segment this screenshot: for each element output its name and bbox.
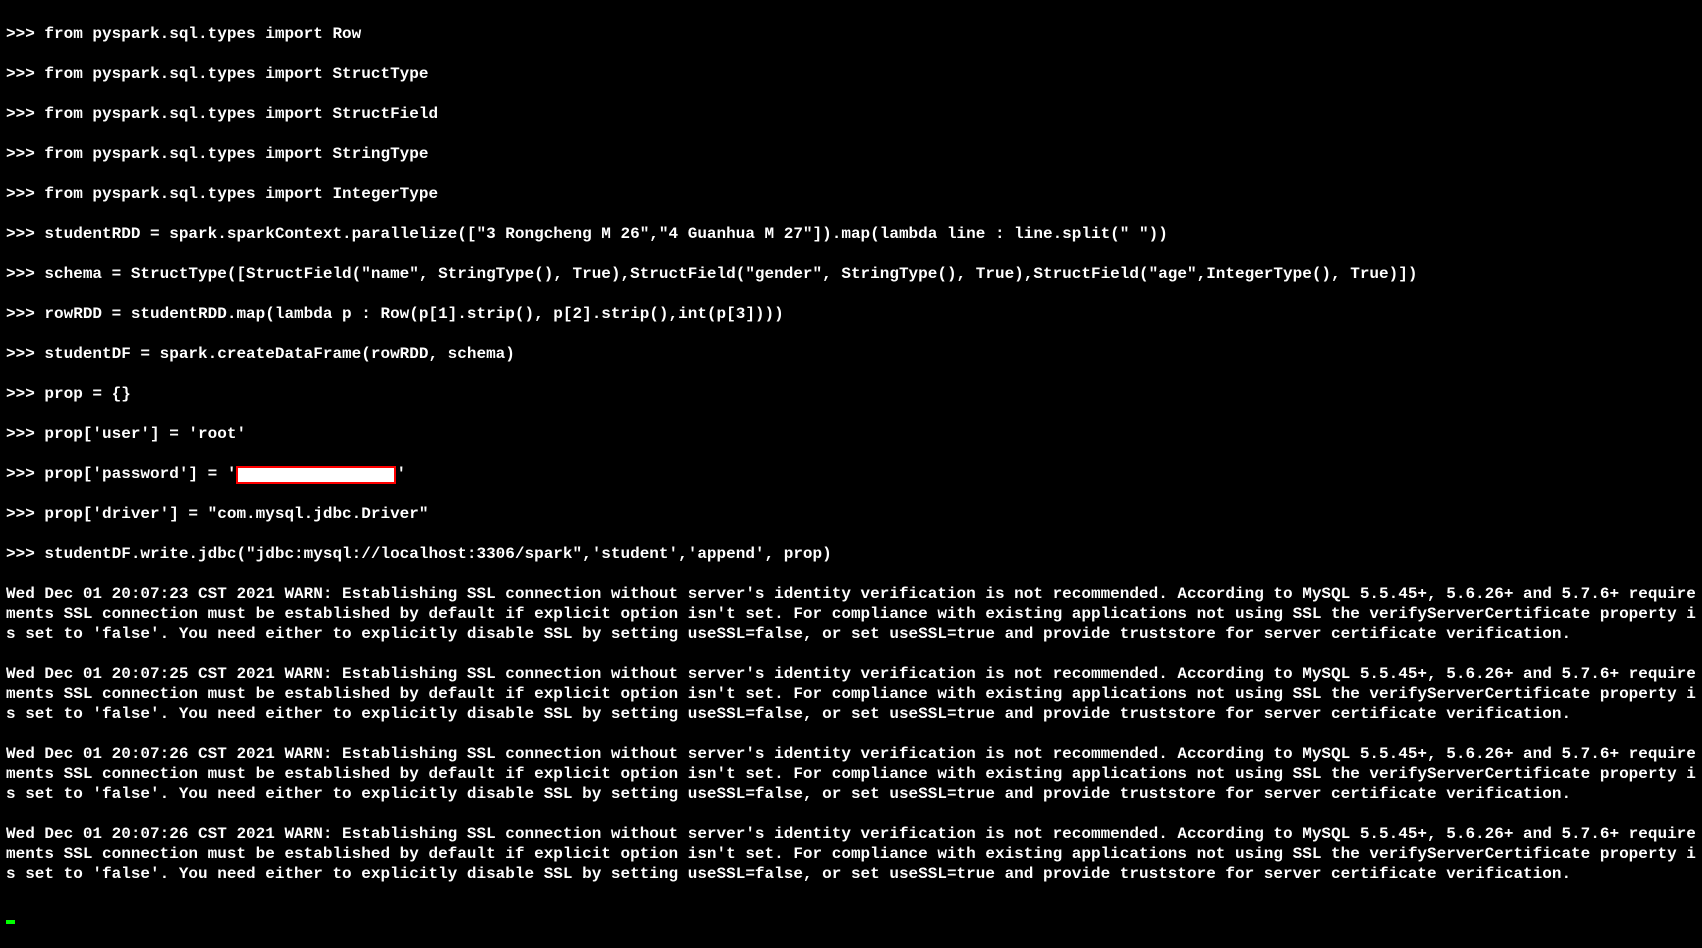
redacted-password — [236, 466, 396, 484]
warning-line: Wed Dec 01 20:07:26 CST 2021 WARN: Estab… — [6, 824, 1696, 884]
code-text: from pyspark.sql.types import IntegerTyp… — [44, 185, 438, 203]
repl-line: >>> rowRDD = studentRDD.map(lambda p : R… — [6, 304, 1696, 324]
repl-prompt: >>> — [6, 145, 44, 163]
repl-line: >>> from pyspark.sql.types import Intege… — [6, 184, 1696, 204]
code-text: prop['password'] = ' — [44, 465, 236, 483]
warning-line: Wed Dec 01 20:07:25 CST 2021 WARN: Estab… — [6, 664, 1696, 724]
code-text: rowRDD = studentRDD.map(lambda p : Row(p… — [44, 305, 783, 323]
repl-prompt: >>> — [6, 185, 44, 203]
repl-prompt: >>> — [6, 65, 44, 83]
repl-line: >>> from pyspark.sql.types import Struct… — [6, 104, 1696, 124]
terminal-output[interactable]: >>> from pyspark.sql.types import Row >>… — [0, 0, 1702, 948]
repl-line: >>> prop['user'] = 'root' — [6, 424, 1696, 444]
code-text: prop['user'] = 'root' — [44, 425, 246, 443]
repl-prompt: >>> — [6, 425, 44, 443]
code-text: from pyspark.sql.types import StructType — [44, 65, 428, 83]
warning-line: Wed Dec 01 20:07:26 CST 2021 WARN: Estab… — [6, 744, 1696, 804]
code-text: prop['driver'] = "com.mysql.jdbc.Driver" — [44, 505, 428, 523]
repl-prompt: >>> — [6, 25, 44, 43]
code-text: prop = {} — [44, 385, 130, 403]
code-text: from pyspark.sql.types import StringType — [44, 145, 428, 163]
cursor-line[interactable] — [6, 904, 1696, 924]
repl-line: >>> from pyspark.sql.types import Struct… — [6, 64, 1696, 84]
code-text: studentRDD = spark.sparkContext.parallel… — [44, 225, 1167, 243]
repl-prompt: >>> — [6, 105, 44, 123]
repl-line: >>> from pyspark.sql.types import Row — [6, 24, 1696, 44]
repl-line: >>> prop['driver'] = "com.mysql.jdbc.Dri… — [6, 504, 1696, 524]
repl-line: >>> studentDF = spark.createDataFrame(ro… — [6, 344, 1696, 364]
repl-prompt: >>> — [6, 385, 44, 403]
repl-line: >>> studentRDD = spark.sparkContext.para… — [6, 224, 1696, 244]
repl-line-password: >>> prop['password'] = ' ' — [6, 464, 1696, 484]
repl-prompt: >>> — [6, 265, 44, 283]
cursor-icon — [6, 920, 15, 924]
code-text: ' — [396, 465, 406, 483]
warning-line: Wed Dec 01 20:07:23 CST 2021 WARN: Estab… — [6, 584, 1696, 644]
code-text: from pyspark.sql.types import StructFiel… — [44, 105, 438, 123]
repl-prompt: >>> — [6, 305, 44, 323]
repl-line: >>> studentDF.write.jdbc("jdbc:mysql://l… — [6, 544, 1696, 564]
repl-line: >>> schema = StructType([StructField("na… — [6, 264, 1696, 284]
code-text: schema = StructType([StructField("name",… — [44, 265, 1417, 283]
repl-line: >>> from pyspark.sql.types import String… — [6, 144, 1696, 164]
repl-prompt: >>> — [6, 225, 44, 243]
repl-prompt: >>> — [6, 545, 44, 563]
repl-prompt: >>> — [6, 505, 44, 523]
repl-line: >>> prop = {} — [6, 384, 1696, 404]
code-text: from pyspark.sql.types import Row — [44, 25, 361, 43]
code-text: studentDF.write.jdbc("jdbc:mysql://local… — [44, 545, 831, 563]
repl-prompt: >>> — [6, 345, 44, 363]
repl-prompt: >>> — [6, 465, 44, 483]
code-text: studentDF = spark.createDataFrame(rowRDD… — [44, 345, 514, 363]
